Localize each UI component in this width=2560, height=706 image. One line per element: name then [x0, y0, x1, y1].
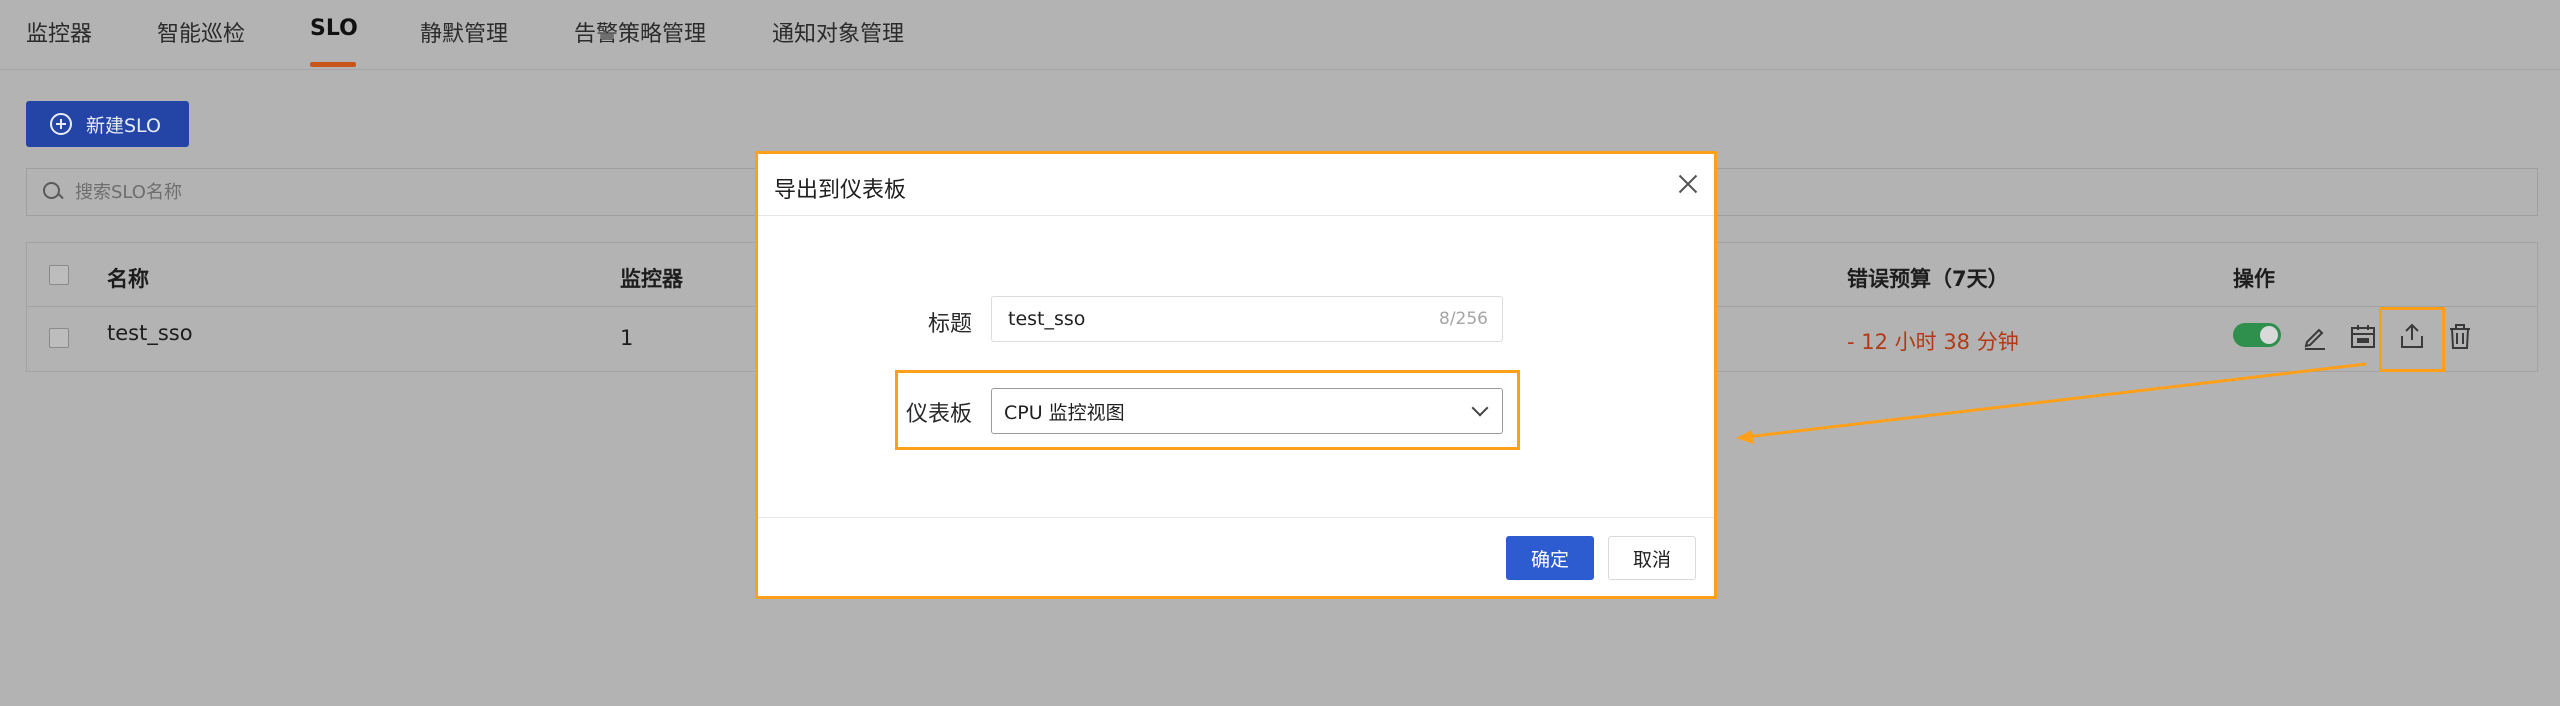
dialog-title: 导出到仪表板	[774, 178, 907, 203]
dashboard-field-label: 仪表板	[906, 402, 973, 427]
export-highlight-box	[2379, 307, 2445, 372]
cancel-button[interactable]: 取消	[1608, 536, 1696, 580]
tab-silence-management[interactable]: 静默管理	[420, 16, 508, 48]
search-icon	[43, 182, 63, 202]
delete-icon[interactable]	[2445, 321, 2475, 351]
tab-alert-policy[interactable]: 告警策略管理	[574, 16, 706, 48]
active-tab-indicator	[310, 62, 356, 67]
close-icon[interactable]	[1674, 171, 1700, 197]
confirm-button[interactable]: 确定	[1506, 536, 1594, 580]
tab-smart-inspection[interactable]: 智能巡检	[157, 16, 245, 48]
edit-icon[interactable]	[2300, 321, 2330, 351]
tab-slo[interactable]: SLO	[310, 16, 358, 41]
column-actions: 操作	[2233, 267, 2275, 291]
title-field-label: 标题	[928, 312, 973, 337]
title-char-count: 8/256	[1439, 309, 1488, 329]
column-error-budget: 错误预算（7天）	[1847, 267, 2009, 291]
column-name: 名称	[107, 267, 149, 291]
row-error-budget: - 12 小时 38 分钟	[1847, 330, 2019, 354]
chevron-down-icon	[1471, 399, 1489, 417]
row-name[interactable]: test_sso	[107, 321, 193, 345]
column-monitor: 监控器	[620, 267, 683, 291]
title-field-value: test_sso	[1008, 308, 1086, 330]
dialog-footer-divider	[758, 517, 1714, 518]
new-slo-label: 新建SLO	[86, 114, 161, 137]
plus-circle-icon	[50, 113, 72, 135]
row-checkbox[interactable]	[49, 328, 69, 348]
tab-monitors[interactable]: 监控器	[26, 16, 92, 48]
calendar-icon[interactable]	[2348, 321, 2378, 351]
title-field[interactable]: test_sso 8/256	[991, 296, 1503, 342]
new-slo-button[interactable]: 新建SLO	[26, 101, 189, 147]
dashboard-select-value: CPU 监控视图	[1004, 401, 1125, 424]
tab-notification-targets[interactable]: 通知对象管理	[772, 16, 904, 48]
dashboard-select[interactable]: CPU 监控视图	[991, 388, 1503, 434]
slo-enable-toggle[interactable]	[2233, 323, 2281, 347]
search-input[interactable]	[75, 181, 675, 203]
export-dashboard-dialog: 导出到仪表板 标题 test_sso 8/256 仪表板 CPU 监控视图 确定…	[755, 151, 1717, 599]
row-monitor: 1	[620, 326, 634, 350]
dialog-header: 导出到仪表板	[758, 154, 1714, 216]
select-all-checkbox[interactable]	[49, 265, 69, 285]
top-tabs: 监控器 智能巡检 SLO 静默管理 告警策略管理 通知对象管理	[0, 0, 2560, 70]
